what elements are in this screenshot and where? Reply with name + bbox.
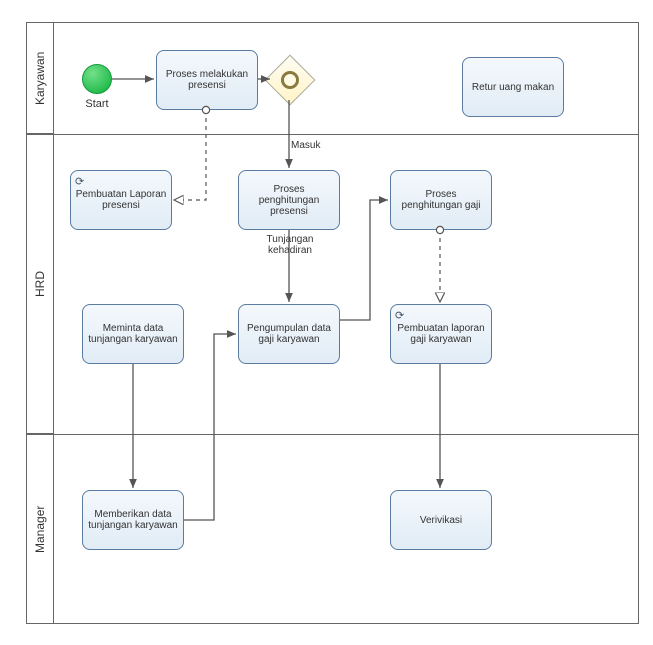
gateway-inner-circle bbox=[281, 71, 299, 89]
edge-label-masuk: Masuk bbox=[291, 140, 320, 151]
subprocess-marker-icon: ⟳ bbox=[395, 309, 404, 322]
bpmn-diagram: Karyawan HRD Manager Start Proses melaku… bbox=[0, 0, 653, 645]
task-retur-uang: Retur uang makan bbox=[462, 57, 564, 117]
task-proses-hitung-gaji: Proses penghitungan gaji bbox=[390, 170, 492, 230]
edge-label-tunjangan: Tunjangan kehadiran bbox=[260, 234, 320, 256]
task-label: Pembuatan laporan gaji karyawan bbox=[395, 323, 487, 345]
task-label: Pembuatan Laporan presensi bbox=[75, 189, 167, 211]
subprocess-marker-icon: ⟳ bbox=[75, 175, 84, 188]
task-proses-presensi: Proses melakukan presensi bbox=[156, 50, 258, 110]
lane-divider-2 bbox=[54, 434, 639, 435]
lane-label-manager: Manager bbox=[26, 434, 54, 624]
task-memberikan-data: Memberikan data tunjangan karyawan bbox=[82, 490, 184, 550]
task-proses-hitung-presensi: Proses penghitungan presensi bbox=[238, 170, 340, 230]
lane-label-karyawan: Karyawan bbox=[26, 22, 54, 134]
task-verifikasi: Verivikasi bbox=[390, 490, 492, 550]
lane-label-hrd: HRD bbox=[26, 134, 54, 434]
start-event bbox=[82, 64, 112, 94]
task-pembuatan-laporan-presensi: ⟳ Pembuatan Laporan presensi bbox=[70, 170, 172, 230]
task-meminta-data: Meminta data tunjangan karyawan bbox=[82, 304, 184, 364]
task-pengumpulan-data: Pengumpulan data gaji karyawan bbox=[238, 304, 340, 364]
start-event-label: Start bbox=[82, 98, 112, 110]
task-pembuatan-laporan-gaji: ⟳ Pembuatan laporan gaji karyawan bbox=[390, 304, 492, 364]
lane-divider-1 bbox=[54, 134, 639, 135]
